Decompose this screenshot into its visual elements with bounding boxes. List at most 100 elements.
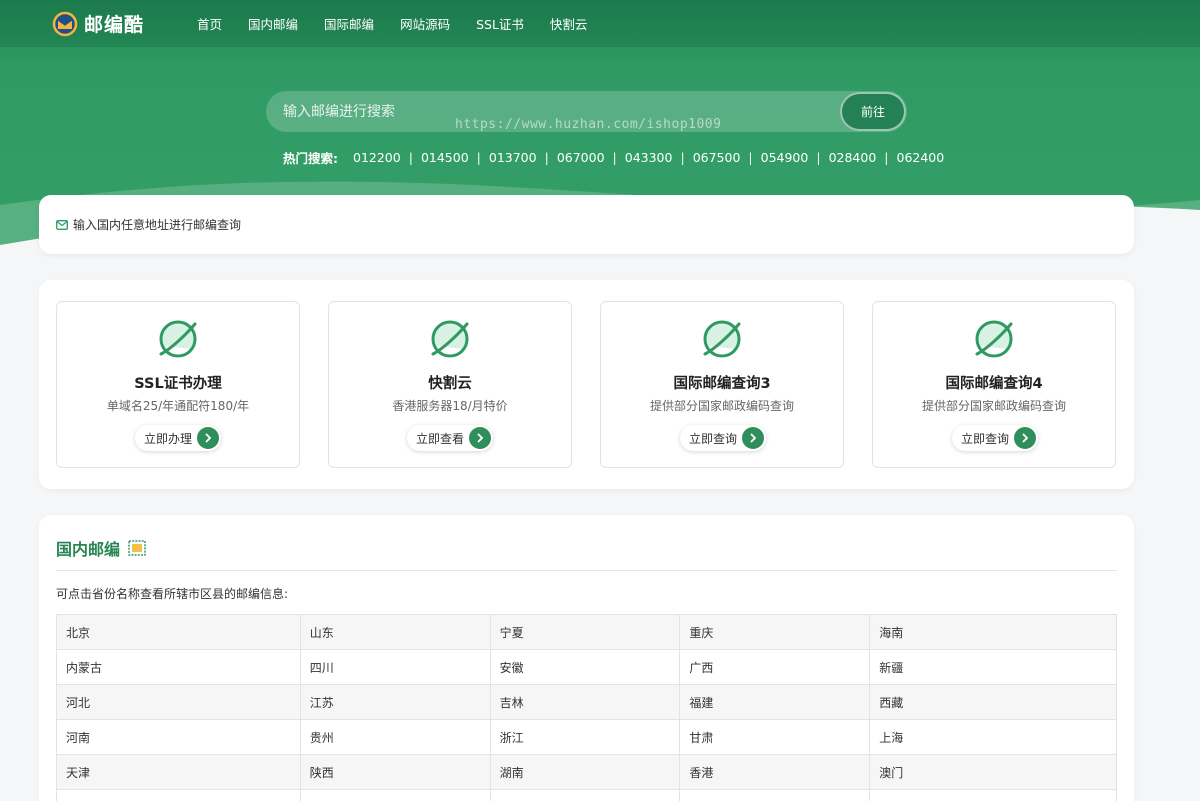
mail-icon: [56, 219, 68, 230]
hot-search-code[interactable]: 054900: [761, 150, 809, 165]
service-title: 国际邮编查询4: [945, 376, 1043, 392]
province-cell[interactable]: 广西: [679, 649, 871, 685]
province-cell[interactable]: 浙江: [489, 719, 681, 755]
hot-search-code[interactable]: 043300: [625, 150, 673, 165]
hot-search-code[interactable]: 067000: [557, 150, 605, 165]
hot-search-code[interactable]: 013700: [489, 150, 537, 165]
service-button-apply[interactable]: 立即办理: [135, 425, 222, 451]
hot-search-code[interactable]: 028400: [829, 150, 877, 165]
service-desc: 提供部分国家邮政编码查询: [921, 399, 1066, 413]
separator: |: [408, 149, 413, 165]
province-cell[interactable]: 福建: [679, 684, 871, 720]
table-row: 北京 山东 宁夏 重庆 海南: [56, 614, 1117, 650]
planet-icon: [703, 320, 741, 358]
nav-item-kuaige-cloud[interactable]: 快割云: [550, 14, 588, 33]
brand-name: 邮编酷: [84, 14, 145, 36]
nav-item-home[interactable]: 首页: [197, 14, 222, 33]
province-cell[interactable]: 新疆: [869, 649, 1117, 685]
top-nav: 邮编酷 首页 国内邮编 国际邮编 网站源码 SSL证书 快割云: [0, 0, 1200, 47]
province-cell[interactable]: 河南: [56, 719, 301, 755]
province-cell[interactable]: [299, 789, 491, 801]
address-query-card[interactable]: 输入国内任意地址进行邮编查询: [39, 195, 1134, 254]
province-cell[interactable]: 重庆: [679, 614, 871, 650]
province-cell[interactable]: 海南: [869, 614, 1117, 650]
province-cell[interactable]: 陕西: [299, 754, 491, 790]
service-title: SSL证书办理: [134, 376, 222, 392]
service-desc: 单域名25/年通配符180/年: [106, 399, 250, 413]
chevron-right-icon: [742, 427, 765, 449]
hot-search-code[interactable]: 067500: [693, 150, 741, 165]
service-title: 快割云: [428, 376, 472, 392]
province-cell[interactable]: 西藏: [869, 684, 1117, 720]
province-cell[interactable]: 安徽: [489, 649, 681, 685]
province-cell[interactable]: 河北: [56, 684, 301, 720]
logo-icon: [52, 11, 78, 36]
service-title: 国际邮编查询3: [673, 376, 771, 392]
province-cell[interactable]: 香港: [679, 754, 871, 790]
section-title: 国内邮编: [56, 536, 146, 560]
service-card-kuaige-cloud[interactable]: 快割云 香港服务器18/月特价 立即查看: [328, 301, 572, 468]
table-row: 内蒙古 四川 安徽 广西 新疆: [56, 649, 1117, 685]
service-button-query[interactable]: 立即查询: [680, 425, 767, 451]
hot-search-code[interactable]: 062400: [897, 150, 945, 165]
service-desc: 香港服务器18/月特价: [392, 399, 508, 413]
table-row: 河南 贵州 浙江 甘肃 上海: [56, 719, 1117, 755]
province-cell[interactable]: 江苏: [299, 684, 491, 720]
nav-item-international[interactable]: 国际邮编: [324, 14, 374, 33]
section-note: 可点击省份名称查看所辖市区县的邮编信息:: [56, 587, 289, 601]
province-cell[interactable]: [679, 789, 871, 801]
province-cell[interactable]: 澳门: [869, 754, 1117, 790]
divider: [56, 570, 1117, 571]
service-button-query[interactable]: 立即查询: [952, 425, 1039, 451]
service-card-intl-4[interactable]: 国际邮编查询4 提供部分国家邮政编码查询 立即查询: [872, 301, 1116, 468]
planet-icon: [431, 320, 469, 358]
address-query-text: 输入国内任意地址进行邮编查询: [73, 218, 242, 232]
province-cell[interactable]: 贵州: [299, 719, 491, 755]
chevron-right-icon: [197, 427, 220, 449]
separator: |: [544, 149, 549, 165]
separator: |: [884, 149, 889, 165]
table-row: 河北 江苏 吉林 福建 西藏: [56, 684, 1117, 720]
section-title-text: 国内邮编: [56, 540, 121, 559]
province-cell[interactable]: 四川: [299, 649, 491, 685]
province-cell[interactable]: 上海: [869, 719, 1117, 755]
search-button[interactable]: 前往: [840, 92, 906, 131]
separator: |: [748, 149, 753, 165]
nav-item-source-code[interactable]: 网站源码: [400, 14, 450, 33]
watermark-text: https://www.huzhan.com/ishop1009: [455, 117, 722, 132]
province-cell[interactable]: [869, 789, 1117, 801]
province-cell[interactable]: 天津: [56, 754, 301, 790]
stamp-icon: [128, 540, 146, 556]
separator: |: [612, 149, 617, 165]
service-button-label: 立即办理: [144, 431, 193, 446]
province-cell[interactable]: 宁夏: [489, 614, 681, 650]
service-button-label: 立即查看: [416, 431, 465, 446]
planet-icon: [975, 320, 1013, 358]
province-cell[interactable]: 甘肃: [679, 719, 871, 755]
domestic-postcodes-panel: 国内邮编 可点击省份名称查看所辖市区县的邮编信息: 北京 山东 宁夏 重庆 海南…: [39, 515, 1134, 801]
chevron-right-icon: [1014, 427, 1037, 449]
logo[interactable]: 邮编酷: [52, 10, 144, 37]
service-desc: 提供部分国家邮政编码查询: [649, 399, 794, 413]
province-cell[interactable]: 内蒙古: [56, 649, 301, 685]
province-cell[interactable]: 山东: [299, 614, 491, 650]
province-cell[interactable]: 湖南: [489, 754, 681, 790]
nav-item-domestic[interactable]: 国内邮编: [248, 14, 298, 33]
province-cell[interactable]: [489, 789, 681, 801]
table-row: 天津 陕西 湖南 香港 澳门: [56, 754, 1117, 790]
separator: |: [476, 149, 481, 165]
service-card-ssl[interactable]: SSL证书办理 单域名25/年通配符180/年 立即办理: [56, 301, 300, 468]
table-row: [56, 789, 1117, 801]
hot-search-code[interactable]: 014500: [421, 150, 469, 165]
service-button-view[interactable]: 立即查看: [407, 425, 494, 451]
province-cell[interactable]: 北京: [56, 614, 301, 650]
nav-item-ssl[interactable]: SSL证书: [476, 14, 524, 33]
hot-search-code[interactable]: 012200: [353, 150, 401, 165]
services-panel: SSL证书办理 单域名25/年通配符180/年 立即办理 快割云 香港服务器18…: [39, 280, 1134, 489]
service-card-intl-3[interactable]: 国际邮编查询3 提供部分国家邮政编码查询 立即查询: [600, 301, 844, 468]
service-button-label: 立即查询: [961, 431, 1010, 446]
province-cell[interactable]: 吉林: [489, 684, 681, 720]
province-cell[interactable]: [56, 789, 301, 801]
hot-search: 热门搜索: 012200 | 014500 | 013700 | 067000 …: [283, 148, 944, 166]
province-table: 北京 山东 宁夏 重庆 海南 内蒙古 四川 安徽 广西 新疆 河北 江苏 吉林 …: [56, 614, 1117, 801]
